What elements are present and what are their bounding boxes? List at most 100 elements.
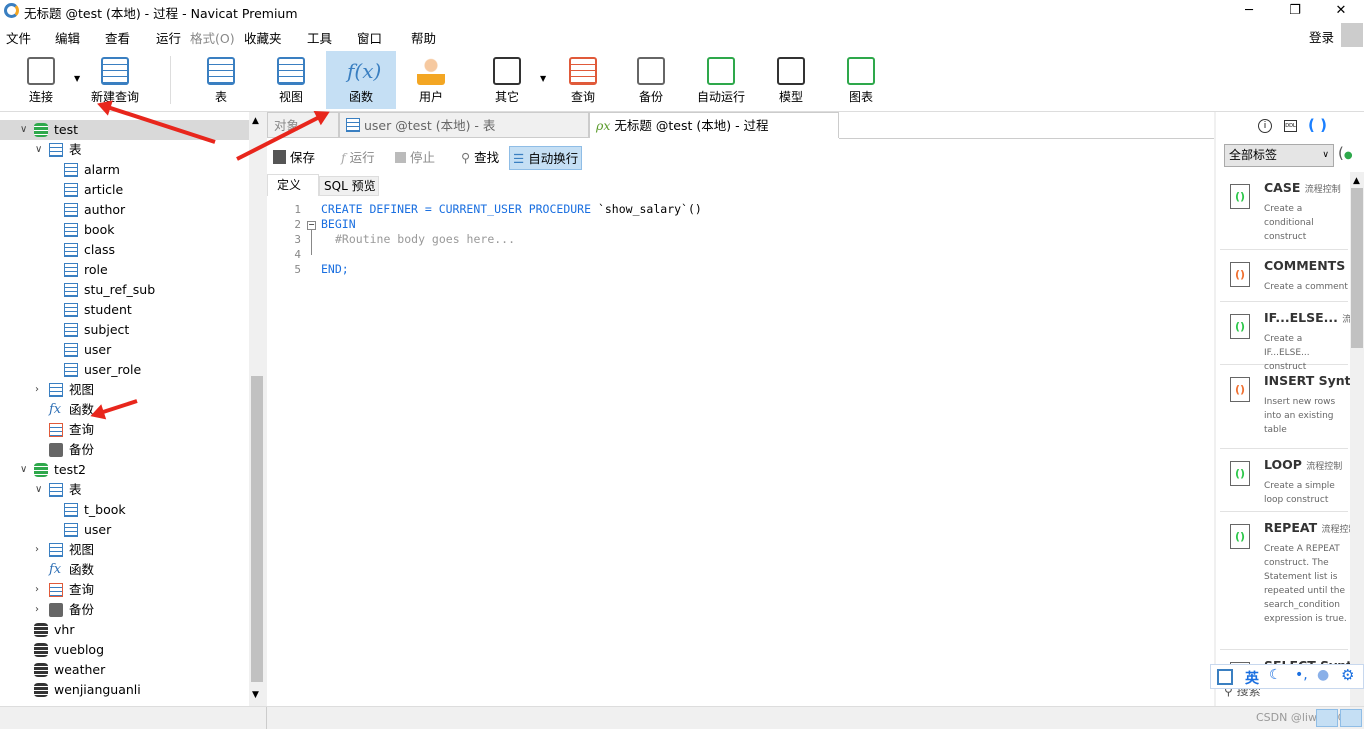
toolbar-auto-run-button[interactable]: 自动运行 xyxy=(686,51,756,109)
avatar[interactable] xyxy=(1341,23,1363,47)
ime-language-toggle[interactable]: 英 xyxy=(1245,668,1259,688)
tree-item-视图[interactable]: › 视图 xyxy=(0,540,249,560)
snippet-item[interactable]: () INSERT Syntax Insert new rows into an … xyxy=(1220,365,1350,449)
save-button[interactable]: 保存 xyxy=(273,146,315,170)
chevron-down-icon[interactable]: ∨ xyxy=(35,140,42,160)
tree-item-user_role[interactable]: user_role xyxy=(0,360,249,380)
tree-item-class[interactable]: class xyxy=(0,240,249,260)
maximize-button[interactable]: ❐ xyxy=(1272,0,1318,22)
close-button[interactable]: ✕ xyxy=(1318,0,1364,22)
login-button[interactable]: 登录 xyxy=(1309,27,1334,46)
tree-scrollbar[interactable]: ▲ ▼ xyxy=(249,112,265,706)
tree-item-视图[interactable]: › 视图 xyxy=(0,380,249,400)
toolbar-view-button[interactable]: 视图 xyxy=(256,51,326,109)
tree-item-test2[interactable]: ∨ test2 xyxy=(0,460,249,480)
toolbar-connect-button[interactable]: 连接 xyxy=(6,51,76,109)
snippet-item[interactable]: ()IF...ELSE... 流程控Create a IF...ELSE... … xyxy=(1220,302,1350,372)
toolbar-chart-button[interactable]: 图表 xyxy=(826,51,896,109)
menu-window[interactable]: 窗口 xyxy=(357,28,382,47)
tree-item-t_book[interactable]: t_book xyxy=(0,500,249,520)
menu-favorites[interactable]: 收藏夹 xyxy=(244,28,282,47)
toolbar-backup-button[interactable]: 备份 xyxy=(616,51,686,109)
tree-item-alarm[interactable]: alarm xyxy=(0,160,249,180)
chevron-right-icon[interactable]: › xyxy=(35,540,39,560)
ime-toolbar[interactable]: 英 ☾ •, ● ⚙ xyxy=(1210,664,1364,689)
tab-user-table[interactable]: user @test (本地) - 表 xyxy=(339,112,589,138)
menu-format[interactable]: 格式(O) xyxy=(190,28,235,47)
find-button[interactable]: ⚲ 查找 xyxy=(461,146,499,170)
snippet-description: Create A REPEAT construct. The Statement… xyxy=(1264,544,1347,624)
database-icon xyxy=(34,623,48,637)
snippet-item[interactable]: () LOOP 流程控制 Create a simple loop construc… xyxy=(1220,449,1348,512)
scroll-down-icon[interactable]: ▼ xyxy=(252,690,259,700)
tree-item-user[interactable]: user xyxy=(0,340,249,360)
scroll-thumb[interactable] xyxy=(251,376,263,682)
fold-toggle-icon[interactable]: − xyxy=(307,221,316,230)
ddl-icon[interactable]: DDL xyxy=(1284,120,1297,132)
tab-definition[interactable]: 定义 xyxy=(267,174,319,196)
toolbar-function-button[interactable]: f(x) 函数 xyxy=(326,51,396,109)
snippet-item[interactable]: () COMMENTS 注 Create a comment xyxy=(1220,250,1350,302)
tree-item-weather[interactable]: weather xyxy=(0,660,249,680)
function-icon: f(x) xyxy=(347,59,382,83)
snippet-icon[interactable]: ( ) xyxy=(1308,116,1327,134)
tree-item-备份[interactable]: › 备份 xyxy=(0,600,249,620)
run-button[interactable]: f 运行 xyxy=(341,146,375,170)
tree-item-book[interactable]: book xyxy=(0,220,249,240)
chevron-down-icon[interactable]: ∨ xyxy=(20,460,27,480)
toolbar-label: 用户 xyxy=(418,90,443,104)
tree-item-user[interactable]: user xyxy=(0,520,249,540)
menu-file[interactable]: 文件 xyxy=(6,28,31,47)
tree-item-label: 查询 xyxy=(69,422,95,437)
navicat-logo-icon xyxy=(4,3,19,18)
tree-item-article[interactable]: article xyxy=(0,180,249,200)
menu-run[interactable]: 运行 xyxy=(156,28,181,47)
menu-tools[interactable]: 工具 xyxy=(307,28,332,47)
word-wrap-toggle[interactable]: ☰ 自动换行 xyxy=(509,146,583,170)
dropdown-arrow-icon[interactable]: ▼ xyxy=(540,74,546,83)
chevron-right-icon[interactable]: › xyxy=(35,600,39,620)
tree-item-查询[interactable]: › 查询 xyxy=(0,580,249,600)
chevron-right-icon[interactable]: › xyxy=(35,580,39,600)
tab-procedure[interactable]: ρx 无标题 @test (本地) - 过程 xyxy=(589,112,839,138)
chevron-down-icon[interactable]: ∨ xyxy=(20,120,27,140)
toolbar-new-query-button[interactable]: 新建查询 xyxy=(80,51,150,109)
tree-item-subject[interactable]: subject xyxy=(0,320,249,340)
tree-item-查询[interactable]: 查询 xyxy=(0,420,249,440)
stop-button[interactable]: 停止 xyxy=(395,146,435,170)
snippet-item[interactable]: () REPEAT 流程控制 Create A REPEAT construct. … xyxy=(1220,512,1350,650)
toolbar-query-button[interactable]: 查询 xyxy=(548,51,618,109)
chevron-down-icon[interactable]: ∨ xyxy=(35,480,42,500)
tree-item-表[interactable]: ∨ 表 xyxy=(0,480,249,500)
toolbar-user-button[interactable]: 用户 xyxy=(396,51,466,109)
toolbar-model-button[interactable]: 模型 xyxy=(756,51,826,109)
menu-edit[interactable]: 编辑 xyxy=(55,28,80,47)
tree-item-备份[interactable]: 备份 xyxy=(0,440,249,460)
snippet-item[interactable]: () CASE 流程控制 Create a conditional construc… xyxy=(1220,172,1348,250)
menu-view[interactable]: 查看 xyxy=(105,28,130,47)
tree-item-vhr[interactable]: vhr xyxy=(0,620,249,640)
tab-sql-preview[interactable]: SQL 预览 xyxy=(319,176,379,196)
layout-left-button[interactable] xyxy=(1316,709,1338,727)
tree-item-函数[interactable]: fx 函数 xyxy=(0,560,249,580)
scroll-up-icon[interactable]: ▲ xyxy=(252,116,259,126)
toolbar-table-button[interactable]: 表 xyxy=(186,51,256,109)
menu-help[interactable]: 帮助 xyxy=(411,28,436,47)
minimize-button[interactable]: ─ xyxy=(1226,0,1272,22)
tree-item-stu_ref_sub[interactable]: stu_ref_sub xyxy=(0,280,249,300)
code-editor[interactable]: 1 2 3 4 5 − CREATE DEFINER = CURRENT_USE… xyxy=(267,196,1214,706)
tree-item-role[interactable]: role xyxy=(0,260,249,280)
chevron-right-icon[interactable]: › xyxy=(35,380,39,400)
info-icon[interactable]: i xyxy=(1258,119,1272,133)
snippet-scrollbar[interactable]: ▲ xyxy=(1350,172,1364,706)
new-snippet-icon[interactable]: (● xyxy=(1338,144,1353,162)
tree-item-test[interactable]: ∨ test xyxy=(0,120,249,140)
layout-right-button[interactable] xyxy=(1340,709,1362,727)
tree-item-wenjianguanli[interactable]: wenjianguanli xyxy=(0,680,249,700)
toolbar-label: 函数 xyxy=(348,90,373,104)
tree-item-vueblog[interactable]: vueblog xyxy=(0,640,249,660)
tree-item-author[interactable]: author xyxy=(0,200,249,220)
tag-filter-select[interactable]: 全部标签 ∨ xyxy=(1224,144,1334,167)
tree-item-student[interactable]: student xyxy=(0,300,249,320)
toolbar-tools-button[interactable]: 其它 xyxy=(472,51,542,109)
